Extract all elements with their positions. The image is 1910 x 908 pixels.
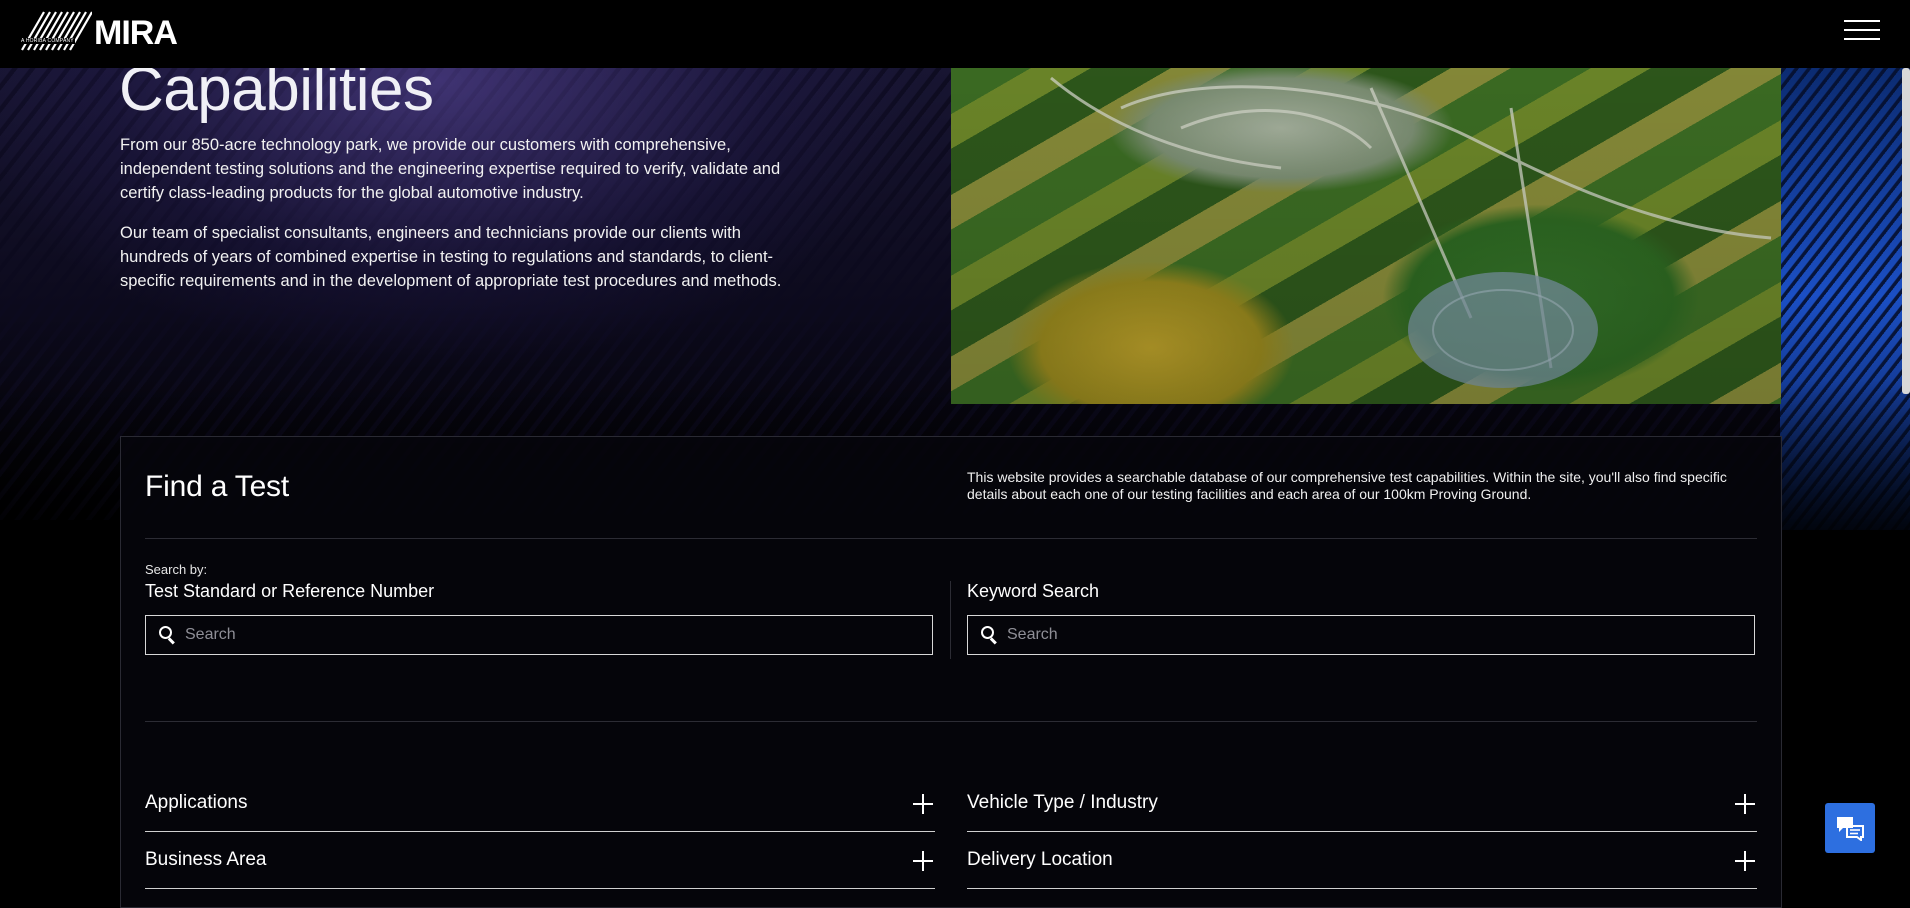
intro-paragraph-1: From our 850-acre technology park, we pr…: [120, 136, 781, 202]
site-header: A HORIBA COMPANY MIRA: [0, 0, 1910, 68]
filter-applications[interactable]: Applications: [145, 774, 935, 832]
logo-stripes-icon: A HORIBA COMPANY: [20, 10, 93, 56]
column-divider: [950, 581, 951, 659]
keyword-search-box[interactable]: [967, 615, 1755, 655]
filter-label: Vehicle Type / Industry: [967, 792, 1158, 813]
plus-icon[interactable]: [913, 851, 933, 871]
intro-paragraph-2: Our team of specialist consultants, engi…: [120, 224, 782, 290]
mira-logo[interactable]: A HORIBA COMPANY MIRA: [20, 10, 178, 56]
logo-wordmark: MIRA: [94, 13, 178, 52]
aerial-proving-ground-image: [951, 68, 1781, 404]
find-a-test-panel: Find a Test This website provides a sear…: [120, 436, 1782, 908]
search-by-label: Search by:: [145, 562, 208, 577]
keyword-search-label: Keyword Search: [967, 581, 1100, 601]
search-icon: [981, 626, 999, 644]
filter-delivery-location[interactable]: Delivery Location: [967, 831, 1757, 889]
find-a-test-title: Find a Test: [145, 470, 289, 503]
filter-label: Business Area: [145, 849, 267, 870]
chat-button[interactable]: [1825, 803, 1875, 853]
plus-icon[interactable]: [1735, 851, 1755, 871]
search-icon: [159, 626, 177, 644]
keyword-search-input[interactable]: [1007, 616, 1754, 654]
filter-label: Applications: [145, 792, 248, 813]
panel-divider: [145, 721, 1757, 722]
standard-search-label: Test Standard or Reference Number: [145, 581, 435, 601]
filter-business-area[interactable]: Business Area: [145, 831, 935, 889]
find-a-test-description: This website provides a searchable datab…: [967, 469, 1727, 502]
standard-search-input[interactable]: [185, 616, 932, 654]
plus-icon[interactable]: [1735, 794, 1755, 814]
chat-icon: [1837, 817, 1864, 841]
panel-divider: [145, 538, 1757, 539]
filter-label: Delivery Location: [967, 849, 1113, 870]
logo-subtitle: A HORIBA COMPANY: [20, 38, 75, 44]
plus-icon[interactable]: [913, 794, 933, 814]
filter-vehicle-type[interactable]: Vehicle Type / Industry: [967, 774, 1757, 832]
page-scrollbar[interactable]: [1902, 68, 1910, 394]
hamburger-menu-icon[interactable]: [1844, 20, 1880, 48]
standard-search-box[interactable]: [145, 615, 933, 655]
